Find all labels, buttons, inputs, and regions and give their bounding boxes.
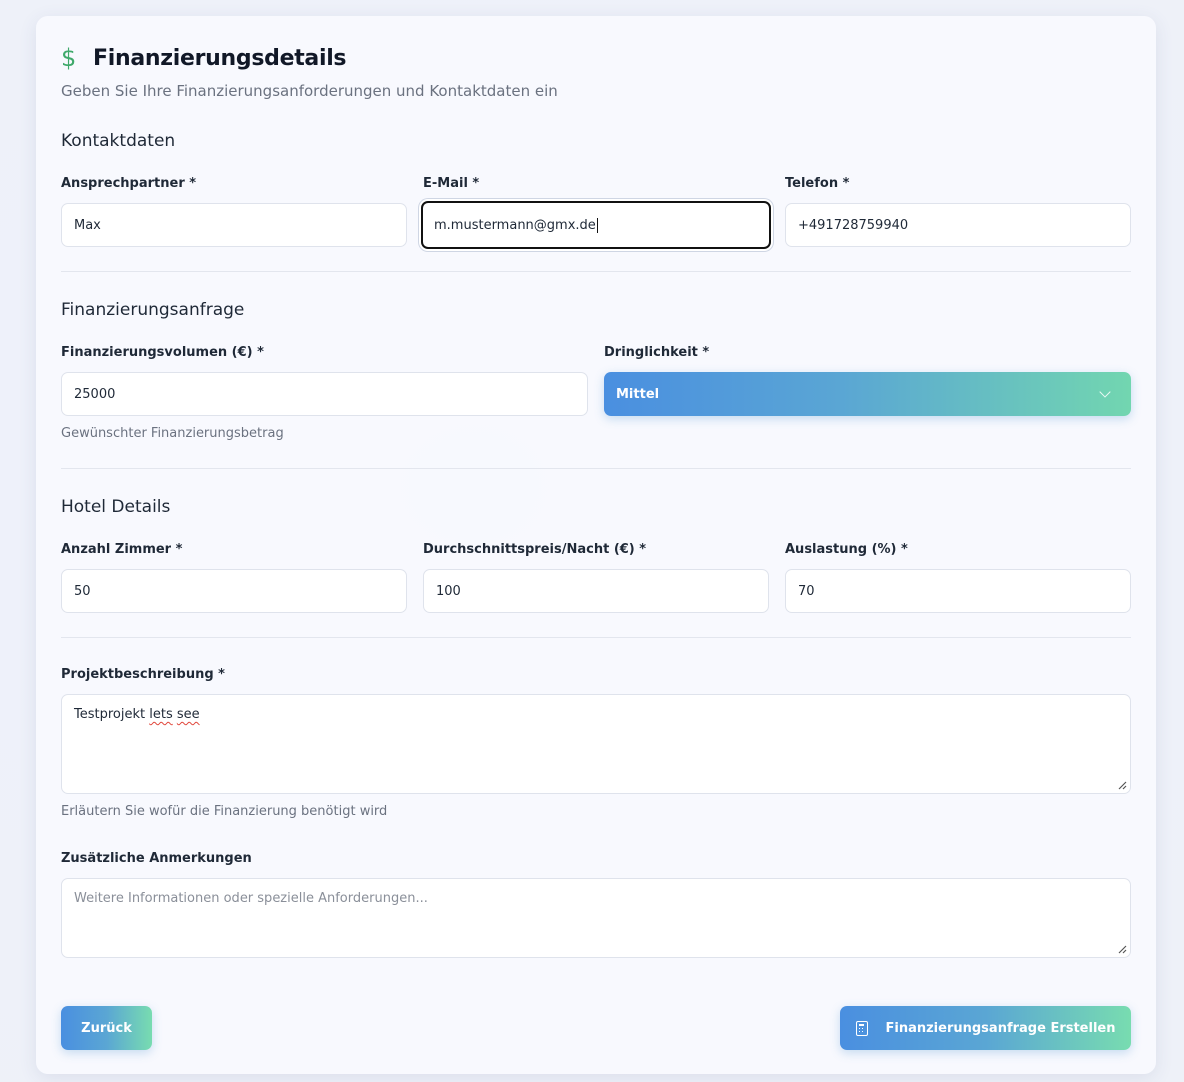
section-title-contact: Kontaktdaten bbox=[61, 131, 176, 151]
resize-handle-icon[interactable] bbox=[1117, 780, 1127, 790]
create-financing-request-button[interactable]: Finanzierungsanfrage Erstellen bbox=[840, 1006, 1131, 1050]
person-label: Ansprechpartner * bbox=[61, 176, 197, 191]
rooms-label: Anzahl Zimmer * bbox=[61, 542, 183, 557]
financing-details-card: $ Finanzierungsdetails Geben Sie Ihre Fi… bbox=[36, 16, 1156, 1074]
phone-input[interactable]: +491728759940 bbox=[785, 203, 1131, 247]
page-subtitle: Geben Sie Ihre Finanzierungsanforderunge… bbox=[61, 82, 558, 100]
divider bbox=[61, 271, 1131, 272]
text-caret bbox=[596, 217, 598, 233]
urgency-value: Mittel bbox=[616, 386, 660, 402]
page-title: Finanzierungsdetails bbox=[93, 45, 347, 71]
resize-handle-icon[interactable] bbox=[1117, 944, 1127, 954]
urgency-label: Dringlichkeit * bbox=[604, 345, 710, 360]
card-header: $ Finanzierungsdetails bbox=[61, 44, 347, 72]
additional-notes-textarea[interactable]: Weitere Informationen oder spezielle Anf… bbox=[61, 878, 1131, 958]
contact-person-value: Max bbox=[74, 217, 101, 233]
description-hint: Erläutern Sie wofür die Finanzierung ben… bbox=[61, 804, 388, 819]
notes-placeholder: Weitere Informationen oder spezielle Anf… bbox=[74, 891, 428, 906]
rooms-input[interactable]: 50 bbox=[61, 569, 407, 613]
back-button-label: Zurück bbox=[81, 1020, 132, 1036]
occupancy-input[interactable]: 70 bbox=[785, 569, 1131, 613]
rooms-value: 50 bbox=[74, 583, 91, 599]
price-label: Durchschnittspreis/Nacht (€) * bbox=[423, 542, 647, 557]
average-price-value: 100 bbox=[436, 583, 461, 599]
section-title-financing: Finanzierungsanfrage bbox=[61, 300, 245, 320]
project-description-textarea[interactable]: Testprojekt lets see bbox=[61, 694, 1131, 794]
dollar-icon: $ bbox=[61, 44, 77, 72]
description-label: Projektbeschreibung * bbox=[61, 667, 225, 682]
occupancy-label: Auslastung (%) * bbox=[785, 542, 908, 557]
volume-label: Finanzierungsvolumen (€) * bbox=[61, 345, 264, 360]
email-value: m.mustermann@gmx.de bbox=[434, 217, 596, 233]
contact-person-input[interactable]: Max bbox=[61, 203, 407, 247]
financing-volume-value: 25000 bbox=[74, 386, 116, 402]
financing-volume-input[interactable]: 25000 bbox=[61, 372, 588, 416]
occupancy-value: 70 bbox=[798, 583, 815, 599]
average-price-input[interactable]: 100 bbox=[423, 569, 769, 613]
divider bbox=[61, 468, 1131, 469]
create-financing-request-label: Finanzierungsanfrage Erstellen bbox=[885, 1020, 1116, 1036]
notes-label: Zusätzliche Anmerkungen bbox=[61, 851, 252, 866]
email-input[interactable]: m.mustermann@gmx.de bbox=[421, 201, 771, 249]
chevron-down-icon bbox=[1099, 386, 1111, 398]
volume-hint: Gewünschter Finanzierungsbetrag bbox=[61, 426, 284, 441]
email-label: E-Mail * bbox=[423, 176, 480, 191]
project-description-value: Testprojekt lets see bbox=[74, 707, 200, 722]
back-button[interactable]: Zurück bbox=[61, 1006, 152, 1050]
divider bbox=[61, 637, 1131, 638]
phone-value: +491728759940 bbox=[798, 217, 909, 233]
phone-label: Telefon * bbox=[785, 176, 850, 191]
calculator-icon bbox=[855, 1020, 868, 1036]
section-title-hotel: Hotel Details bbox=[61, 497, 171, 517]
urgency-select[interactable]: Mittel bbox=[604, 372, 1131, 416]
